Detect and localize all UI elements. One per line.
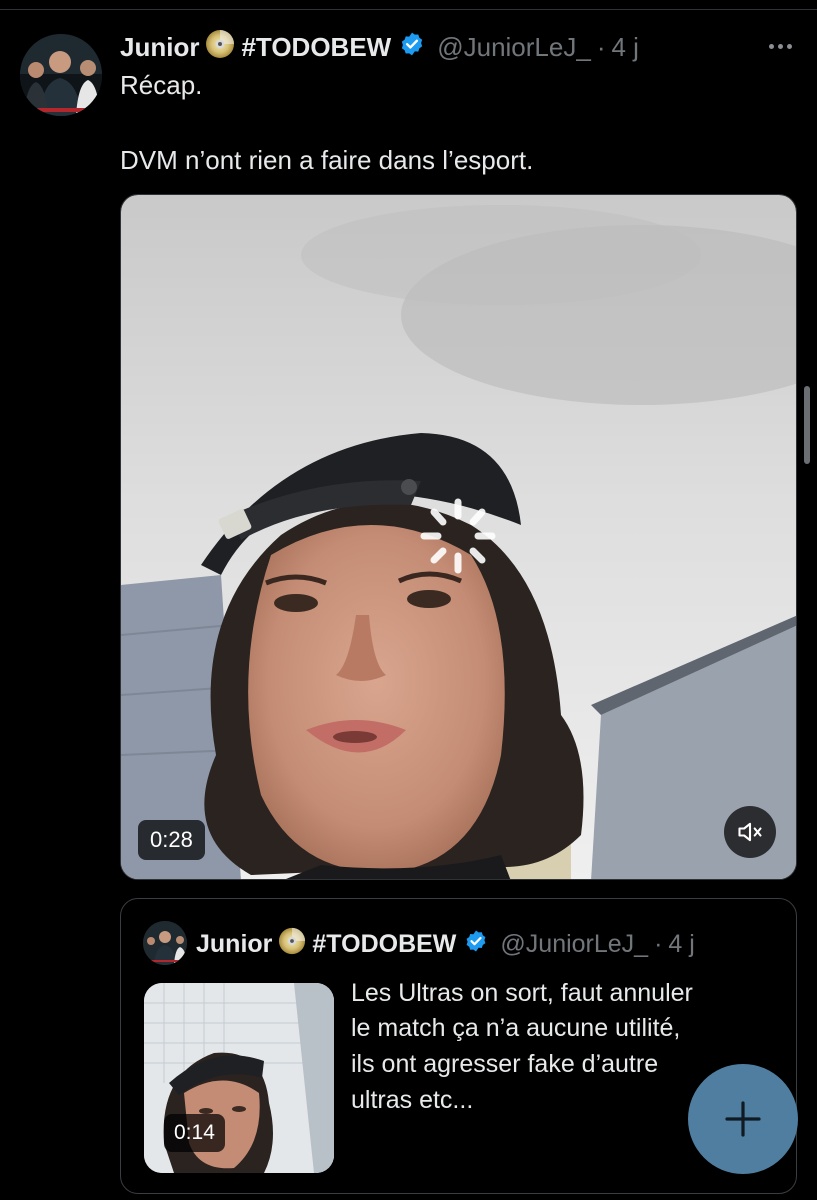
author-hashtag[interactable]: #TODOBEW xyxy=(241,32,391,63)
cd-disc-icon xyxy=(278,927,306,962)
quoted-text-line: ils ont agresser fake d’autre xyxy=(351,1050,659,1078)
top-divider xyxy=(0,9,817,10)
separator-dot: · xyxy=(596,31,606,62)
quoted-tweet-timestamp[interactable]: 4 j xyxy=(668,930,694,959)
cd-disc-icon xyxy=(205,29,235,66)
tweet-header: Junior #TODOBEW @JuniorLeJ_ · 4 j xyxy=(120,27,639,67)
muted-speaker-icon[interactable] xyxy=(724,806,776,858)
verified-badge-icon xyxy=(399,31,425,64)
author-avatar[interactable] xyxy=(20,34,102,116)
quoted-author-avatar[interactable] xyxy=(143,921,187,965)
quoted-text-line: Les Ultras on sort, faut annuler xyxy=(351,979,693,1007)
separator-dot: · xyxy=(654,929,663,958)
quoted-tweet-header: Junior #TODOBEW @JuniorLeJ_ · 4 j xyxy=(196,925,695,963)
quoted-author-handle[interactable]: @JuniorLeJ_ xyxy=(500,930,648,959)
quoted-text-line: ultras etc... xyxy=(351,1086,474,1114)
compose-button[interactable] xyxy=(688,1064,798,1174)
more-options-icon[interactable] xyxy=(760,34,800,58)
video-duration: 0:28 xyxy=(138,820,205,860)
quoted-text-line: le match ça n’a aucune utilité, xyxy=(351,1014,681,1042)
scrollbar-thumb[interactable] xyxy=(804,386,810,464)
quoted-author-hashtag[interactable]: #TODOBEW xyxy=(312,930,456,959)
loading-spinner-icon xyxy=(418,496,498,576)
author-name[interactable]: Junior xyxy=(120,32,199,63)
tweet-text-line1: Récap. xyxy=(120,70,203,100)
plus-icon xyxy=(725,1101,761,1137)
quoted-video-duration: 0:14 xyxy=(164,1114,225,1152)
tweet-text-line2: DVM n’ont rien a faire dans l’esport. xyxy=(120,145,534,175)
tweet-timestamp[interactable]: 4 j xyxy=(611,32,638,63)
verified-badge-icon xyxy=(464,929,488,960)
quoted-author-name[interactable]: Junior xyxy=(196,930,272,959)
author-handle[interactable]: @JuniorLeJ_ xyxy=(437,32,591,63)
